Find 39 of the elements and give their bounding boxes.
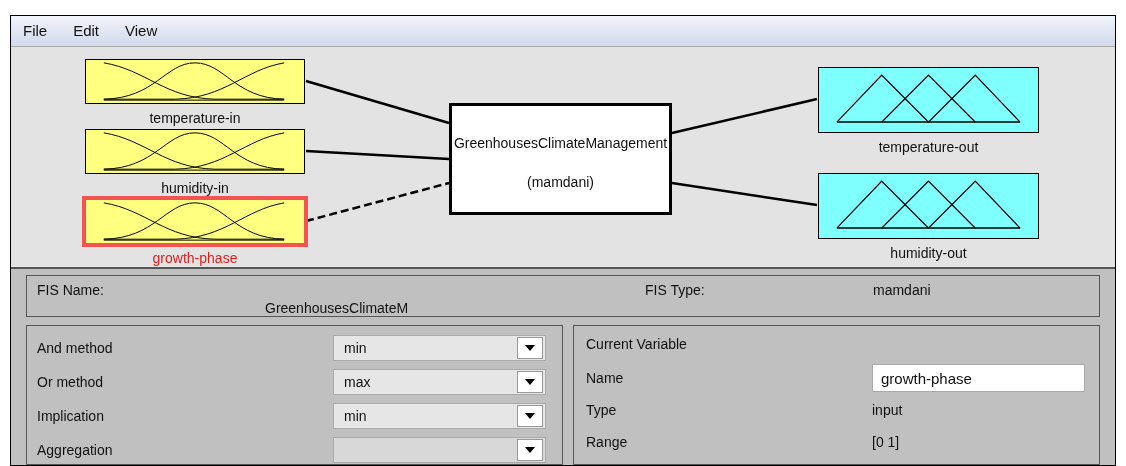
caret-icon bbox=[525, 379, 535, 385]
membership-function-node[interactable] bbox=[818, 66, 1039, 133]
dropdown[interactable]: min bbox=[333, 403, 546, 429]
field-value: GreenhousesClimateM bbox=[265, 299, 409, 318]
system-name: GreenhousesClimateManagement bbox=[453, 133, 668, 153]
menu-item[interactable]: File bbox=[17, 19, 54, 43]
field-label: Range bbox=[586, 432, 629, 452]
dropdown[interactable]: min bbox=[333, 335, 546, 361]
field-label: Aggregation bbox=[37, 440, 114, 460]
field-value: [0 1] bbox=[872, 432, 900, 452]
node-label: temperature-in bbox=[149, 109, 241, 126]
menu-item[interactable]: Edit bbox=[67, 19, 106, 43]
system-type: (mamdani) bbox=[527, 172, 594, 192]
dropdown[interactable] bbox=[333, 437, 546, 463]
membership-function-node[interactable] bbox=[85, 128, 305, 174]
field-label: FIS Type: bbox=[645, 281, 705, 300]
field-value: input bbox=[872, 400, 903, 420]
system-box[interactable] bbox=[449, 102, 672, 215]
dropdown[interactable]: max bbox=[333, 369, 546, 395]
node-label: growth-phase bbox=[152, 249, 238, 266]
node-label: humidity-out bbox=[890, 244, 967, 261]
field-label: FIS Name: bbox=[37, 281, 104, 300]
node-label: temperature-out bbox=[878, 138, 979, 155]
caret-icon bbox=[525, 447, 535, 453]
membership-function-node[interactable] bbox=[85, 58, 305, 104]
membership-function-node[interactable] bbox=[818, 172, 1039, 239]
field-label: Implication bbox=[37, 406, 105, 426]
field-label: Name bbox=[586, 368, 625, 388]
menu-item[interactable]: View bbox=[119, 19, 164, 43]
field-label: Type bbox=[586, 400, 618, 420]
panel-title: Current Variable bbox=[586, 335, 688, 354]
caret-icon bbox=[525, 413, 535, 419]
name-field[interactable]: growth-phase bbox=[872, 364, 1085, 392]
field-label: And method bbox=[37, 338, 114, 358]
membership-function-node[interactable] bbox=[82, 195, 308, 247]
node-label: humidity-in bbox=[161, 179, 229, 196]
caret-icon bbox=[525, 345, 535, 351]
field-label: Or method bbox=[37, 372, 105, 392]
field-value: mamdani bbox=[873, 281, 931, 300]
